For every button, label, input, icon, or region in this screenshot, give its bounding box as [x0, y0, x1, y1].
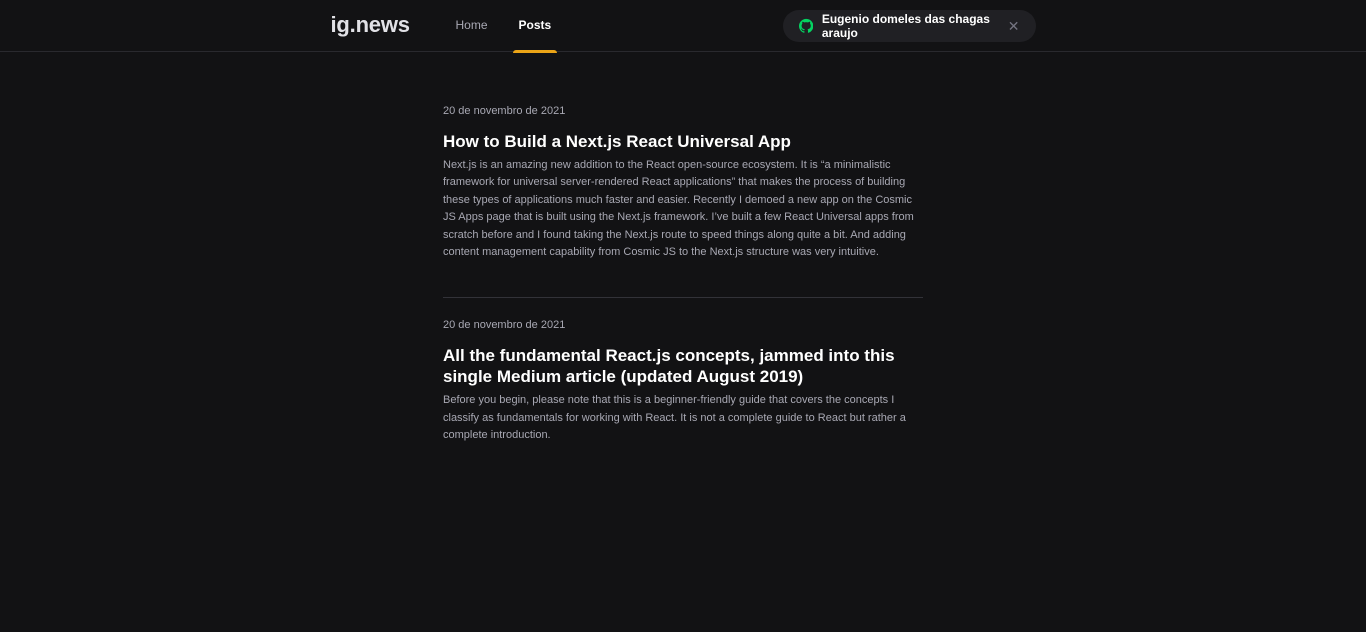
post-title: How to Build a Next.js React Universal A… — [443, 132, 791, 151]
site-header: ig.news Home Posts Eugenio domeles das c… — [0, 0, 1366, 53]
close-icon[interactable]: ✕ — [1008, 18, 1020, 35]
github-icon — [798, 18, 813, 33]
nav-link-posts[interactable]: Posts — [512, 0, 558, 53]
posts-list: 20 de novembro de 2021 How to Build a Ne… — [443, 104, 923, 445]
post-item[interactable]: 20 de novembro de 2021 How to Build a Ne… — [443, 104, 923, 261]
nav-link-home[interactable]: Home — [450, 0, 494, 52]
user-name: Eugenio domeles das chagas araujo — [821, 12, 990, 40]
post-excerpt: Next.js is an amazing new addition to th… — [443, 159, 914, 259]
logo[interactable]: ig.news — [331, 12, 410, 38]
post-divider — [443, 297, 923, 299]
post-excerpt: Before you begin, please note that this … — [443, 394, 906, 442]
header-container: ig.news Home Posts Eugenio domeles das c… — [331, 0, 1036, 53]
signin-button[interactable]: Eugenio domeles das chagas araujo ✕ — [782, 10, 1036, 42]
post-title: All the fundamental React.js concepts, j… — [443, 346, 895, 387]
post-item[interactable]: 20 de novembro de 2021 All the fundament… — [443, 318, 923, 444]
post-date: 20 de novembro de 2021 — [443, 105, 566, 117]
logo-text: ig.news — [330, 12, 410, 37]
post-date: 20 de novembro de 2021 — [443, 319, 566, 332]
main-nav: Home Posts — [450, 0, 577, 53]
